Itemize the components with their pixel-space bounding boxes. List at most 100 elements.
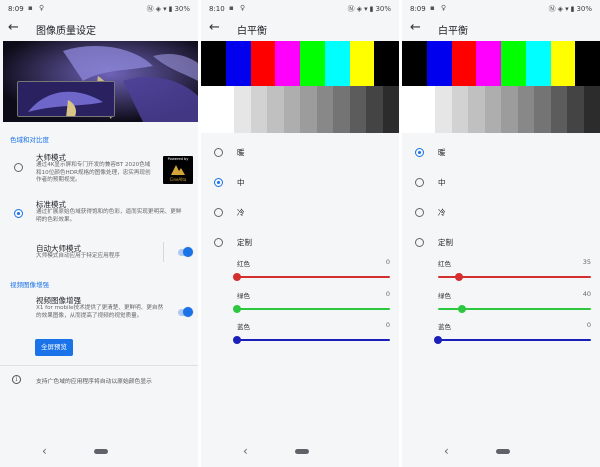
divider <box>0 365 198 366</box>
status-indicators: Ⓝ ◈ ▾ ▮ 30% <box>145 4 190 14</box>
color-bar <box>575 41 600 86</box>
slider-thumb[interactable] <box>458 305 466 313</box>
back-arrow-icon[interactable]: ← <box>209 20 220 36</box>
nfc-icon: Ⓝ <box>146 5 154 13</box>
color-bar <box>374 41 399 86</box>
app-bar: ← 白平衡 <box>402 19 600 41</box>
nav-home-pill[interactable] <box>496 449 510 454</box>
color-bar <box>250 41 276 86</box>
slider-thumb[interactable] <box>233 336 241 344</box>
nfc-icon: Ⓝ <box>548 5 556 13</box>
standard-mode-desc: 通过扩展原始色域获得饱和的色彩，逼而实现更明亮、更鲜明的色彩效果。 <box>36 209 182 223</box>
slider-value: 35 <box>582 258 591 266</box>
back-arrow-icon[interactable]: ← <box>8 20 19 36</box>
gray-bar <box>418 86 435 133</box>
color-bar <box>476 41 501 86</box>
slider-value: 0 <box>385 321 390 329</box>
master-mode-radio[interactable] <box>14 163 23 172</box>
hero-image <box>3 41 198 122</box>
gray-bar <box>300 86 317 133</box>
status-bar: 8:10 ▪ ♀ Ⓝ ◈ ▾ ▮ 30% <box>201 0 399 19</box>
nav-bar: ‹ <box>0 440 198 467</box>
status-time: 8:09 <box>410 5 426 13</box>
wb-option-radio[interactable] <box>415 148 424 157</box>
battery-percent: 30% <box>576 5 592 13</box>
video-enhance-desc: X1 for mobile技术提供了更清楚、更鲜明、更自然的效果图像，从而提高了… <box>36 305 164 319</box>
color-bars <box>402 41 600 86</box>
cinealta-logo-icon <box>171 165 185 175</box>
wifi-icon: ▾ <box>565 5 569 13</box>
color-bar <box>300 41 325 86</box>
wb-option-radio[interactable] <box>214 238 223 247</box>
nav-bar: ‹ <box>201 440 399 467</box>
wb-option-label: 冷 <box>438 208 446 217</box>
slider-track[interactable] <box>237 339 390 341</box>
slider-label: 红色 <box>237 260 250 268</box>
slider-thumb[interactable] <box>434 336 442 344</box>
wb-option-label: 定制 <box>438 238 453 247</box>
wb-option-radio[interactable] <box>214 148 223 157</box>
master-mode-desc: 通过4K显示屏和专门开发的兼容BT 2020色域和10位颜色HDR规格的图像处理… <box>36 162 151 184</box>
nav-back-icon[interactable]: ‹ <box>444 444 449 458</box>
auto-master-toggle[interactable] <box>178 247 193 257</box>
slider-thumb[interactable] <box>233 305 241 313</box>
color-bar <box>550 41 576 86</box>
slider-value: 0 <box>385 290 390 298</box>
wb-option-radio[interactable] <box>415 208 424 217</box>
slider-label: 绿色 <box>438 292 451 300</box>
gray-bar <box>583 86 600 133</box>
nfc-icon: Ⓝ <box>347 5 355 13</box>
slider-thumb[interactable] <box>455 273 463 281</box>
gray-bar <box>435 86 452 133</box>
battery-percent: 30% <box>174 5 190 13</box>
wifi-icon: ▾ <box>364 5 368 13</box>
gray-bar <box>382 86 399 133</box>
footer-note: 支持广色域的应用程序将自动以原始颜色显示 <box>36 379 152 385</box>
gray-bar <box>402 86 419 133</box>
nav-back-icon[interactable]: ‹ <box>42 444 47 458</box>
gray-bar <box>451 86 468 133</box>
status-time: 8:10 <box>209 5 225 13</box>
gray-bar <box>567 86 584 133</box>
gray-bar <box>250 86 267 133</box>
battery-icon: ▮ <box>168 5 173 13</box>
status-bar: 8:09 ▪ ♀ Ⓝ ◈ ▾ ▮ 30% <box>402 0 600 19</box>
page-title: 图像质量设定 <box>36 26 96 37</box>
gray-bars <box>201 86 399 133</box>
nav-home-pill[interactable] <box>295 449 309 454</box>
notification-icons: ▪ ♀ <box>430 4 449 12</box>
slider-track[interactable] <box>438 339 591 341</box>
wb-option-radio[interactable] <box>415 178 424 187</box>
info-icon: i <box>12 375 21 384</box>
gray-bar <box>468 86 485 133</box>
gray-bar <box>267 86 284 133</box>
color-bar <box>426 41 452 86</box>
battery-icon: ▮ <box>369 5 374 13</box>
gray-bar <box>316 86 333 133</box>
fullscreen-preview-button[interactable]: 全屏预览 <box>35 339 73 356</box>
white-balance-screen-b: 8:09 ▪ ♀ Ⓝ ◈ ▾ ▮ 30% ← 白平衡 暖中冷定制 红色 35 绿色 40 蓝色 0… <box>402 0 600 467</box>
gray-bar <box>534 86 551 133</box>
gray-bar <box>217 86 234 133</box>
slider-track[interactable] <box>237 276 390 278</box>
section-header-video: 视频图像增强 <box>10 281 49 289</box>
nav-back-icon[interactable]: ‹ <box>243 444 248 458</box>
slider-value: 0 <box>385 258 390 266</box>
video-enhance-toggle[interactable] <box>178 307 193 317</box>
gray-bar <box>349 86 366 133</box>
gray-bar <box>550 86 567 133</box>
slider-track[interactable] <box>237 308 390 310</box>
gray-bar <box>234 86 251 133</box>
standard-mode-radio[interactable] <box>14 209 23 218</box>
wb-option-radio[interactable] <box>214 178 223 187</box>
status-bar: 8:09 ▪ ♀ Ⓝ ◈ ▾ ▮ 30% <box>0 0 198 19</box>
wb-option-radio[interactable] <box>415 238 424 247</box>
back-arrow-icon[interactable]: ← <box>410 20 421 36</box>
color-bar <box>402 41 427 86</box>
color-bar <box>349 41 375 86</box>
slider-thumb[interactable] <box>233 273 241 281</box>
nav-home-pill[interactable] <box>94 449 108 454</box>
notification-icons: ▪ ♀ <box>229 4 248 12</box>
wb-option-radio[interactable] <box>214 208 223 217</box>
gray-bar <box>333 86 350 133</box>
